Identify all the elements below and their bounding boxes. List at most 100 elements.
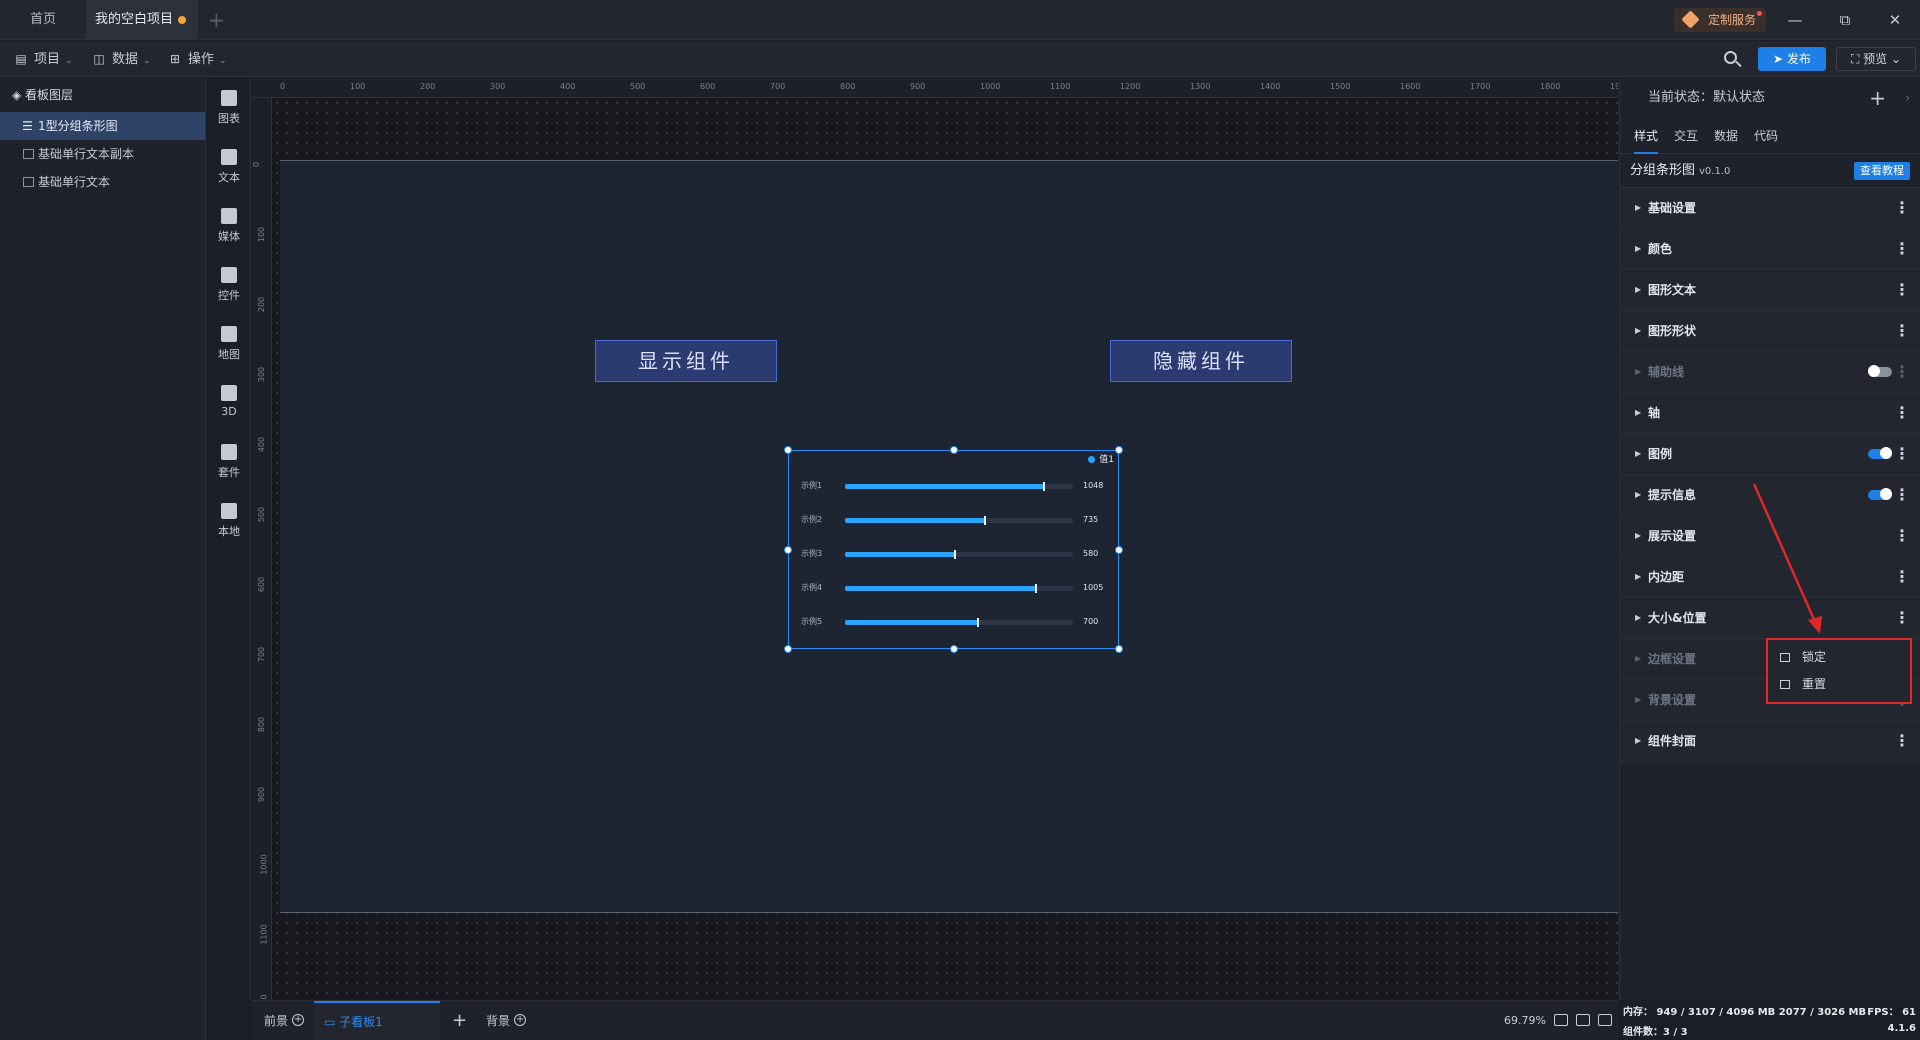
section-row[interactable]: ▶ 辅助线 ⋮ <box>1620 352 1920 393</box>
more-options-icon[interactable]: ⋮ <box>1894 598 1910 638</box>
chevron-down-icon: ⌄ <box>219 56 227 66</box>
tab-data[interactable]: 数据 <box>1714 118 1738 154</box>
restore-icon[interactable]: ⧉ <box>1820 0 1870 40</box>
custom-service-button[interactable]: 定制服务 <box>1674 8 1766 32</box>
terminal-icon[interactable] <box>1598 1014 1612 1026</box>
minimize-icon[interactable]: — <box>1770 0 1820 40</box>
add-board-icon[interactable]: + <box>452 1001 467 1040</box>
resize-handle[interactable] <box>1115 446 1123 454</box>
section-row[interactable]: ▶ 组件封面 ⋮ <box>1620 721 1920 762</box>
resize-handle[interactable] <box>949 446 958 454</box>
section-toggle[interactable] <box>1868 365 1892 377</box>
rail-item-3d[interactable]: 3D <box>207 377 251 433</box>
expand-arrow-icon: ▶ <box>1635 244 1642 253</box>
tab-project[interactable]: 我的空白项目 <box>86 0 198 40</box>
close-icon[interactable]: ✕ <box>1870 0 1920 40</box>
resize-handle[interactable] <box>784 446 792 454</box>
sub-board-tab[interactable]: ▭ 子看板1 <box>314 1001 440 1040</box>
resize-handle[interactable] <box>949 645 958 653</box>
more-options-icon[interactable]: ⋮ <box>1894 557 1910 597</box>
more-options-icon[interactable]: ⋮ <box>1894 229 1910 269</box>
more-options-icon[interactable]: ⋮ <box>1894 188 1910 228</box>
search-icon[interactable] <box>1720 47 1744 71</box>
section-row[interactable]: ▶ 轴 ⋮ <box>1620 393 1920 434</box>
resize-handle[interactable] <box>784 645 792 653</box>
fit-screen-icon[interactable] <box>1554 1014 1568 1026</box>
layer-item[interactable]: 基础单行文本 <box>0 168 205 196</box>
ruler-tick-label: 1000 <box>259 854 269 875</box>
more-options-icon[interactable]: ⋮ <box>1894 434 1910 474</box>
component-title-row: 分组条形图 v0.1.0 查看教程 <box>1620 154 1920 188</box>
expand-arrow-icon: ▶ <box>1635 613 1642 622</box>
add-background-icon[interactable]: + <box>514 1014 527 1026</box>
bar-track <box>845 482 1073 491</box>
menu-data[interactable]: ◫ 数据 ⌄ <box>92 41 150 77</box>
section-toggle[interactable] <box>1868 447 1892 459</box>
keyboard-icon[interactable] <box>1576 1014 1590 1026</box>
section-row[interactable]: ▶ 图例 ⋮ <box>1620 434 1920 475</box>
add-foreground-icon[interactable]: + <box>292 1014 305 1026</box>
rail-item-media[interactable]: 媒体 <box>207 200 251 256</box>
rail-item-control[interactable]: 控件 <box>207 259 251 315</box>
view-tutorial-button[interactable]: 查看教程 <box>1854 162 1910 180</box>
show-component-button[interactable]: 显示组件 <box>595 340 777 382</box>
tab-interaction[interactable]: 交互 <box>1674 118 1698 154</box>
sub-board-label: 子看板1 <box>339 1015 383 1029</box>
layer-item[interactable]: ☰ 1型分组条形图 <box>0 112 205 140</box>
hide-component-button[interactable]: 隐藏组件 <box>1110 340 1292 382</box>
ruler-tick-label: 1200 <box>1120 82 1141 91</box>
more-options-icon[interactable]: ⋮ <box>1894 516 1910 556</box>
more-options-icon[interactable]: ⋮ <box>1894 721 1910 761</box>
more-options-icon[interactable]: ⋮ <box>1894 393 1910 433</box>
background-tab[interactable]: 背景 + <box>486 1001 527 1040</box>
section-toggle[interactable] <box>1868 488 1892 500</box>
grid-icon: ⊞ <box>169 52 181 66</box>
preview-button[interactable]: ⛶ 预览 ⌄ <box>1836 47 1916 71</box>
more-options-icon[interactable]: ⋮ <box>1894 475 1910 515</box>
rail-item-local[interactable]: 本地 <box>207 495 251 551</box>
publish-button[interactable]: ➤ 发布 <box>1758 47 1826 71</box>
rail-item-kit[interactable]: 套件 <box>207 436 251 492</box>
layers-header-label: 看板图层 <box>25 88 74 102</box>
expand-arrow-icon: ▶ <box>1635 654 1642 663</box>
expand-arrow-icon: ▶ <box>1635 572 1642 581</box>
section-row[interactable]: ▶ 图形形状 ⋮ <box>1620 311 1920 352</box>
menu-item-lock[interactable]: 锁定 <box>1768 644 1910 671</box>
ruler-tick-label: 500 <box>257 506 267 523</box>
resize-handle[interactable] <box>784 545 792 554</box>
expand-arrow-icon: ▶ <box>1635 408 1642 417</box>
resize-handle[interactable] <box>1115 545 1123 554</box>
more-options-icon[interactable]: ⋮ <box>1894 352 1910 392</box>
add-tab-icon[interactable]: + <box>208 0 225 40</box>
more-options-icon[interactable]: ⋮ <box>1894 311 1910 351</box>
menu-operation[interactable]: ⊞ 操作 ⌄ <box>168 41 227 77</box>
layer-item[interactable]: 基础单行文本副本 <box>0 140 205 168</box>
layer-item-label: 基础单行文本副本 <box>38 147 135 161</box>
canvas-area[interactable]: 0 100 200 300 400 500 600 700 800 900 1000 1100 1200… <box>252 78 1618 1000</box>
menu-item-reset[interactable]: 重置 <box>1768 671 1910 698</box>
text-layer-icon <box>23 177 34 187</box>
foreground-tab[interactable]: 前景 + <box>264 1001 305 1040</box>
tab-code[interactable]: 代码 <box>1754 118 1778 154</box>
rail-item-text[interactable]: 文本 <box>207 141 251 197</box>
lock-icon <box>1780 653 1790 662</box>
rail-item-chart[interactable]: 图表 <box>207 82 251 138</box>
tab-style[interactable]: 样式 <box>1634 118 1659 154</box>
media-icon <box>221 208 237 224</box>
section-row[interactable]: ▶ 图形文本 ⋮ <box>1620 270 1920 311</box>
current-state-row[interactable]: 当前状态：默认状态 + › <box>1620 78 1920 118</box>
more-options-icon[interactable]: ⋮ <box>1894 270 1910 310</box>
section-row[interactable]: ▶ 颜色 ⋮ <box>1620 229 1920 270</box>
rail-item-map[interactable]: 地图 <box>207 318 251 374</box>
zoom-level[interactable]: 69.79% <box>1504 1001 1546 1040</box>
text-icon <box>221 149 237 165</box>
menu-project[interactable]: ▤ 项目 ⌄ <box>14 41 72 77</box>
resize-handle[interactable] <box>1115 645 1123 653</box>
chevron-right-icon[interactable]: › <box>1905 78 1910 118</box>
grouped-bar-chart[interactable]: 值1 示例1 1048 示例2 735 示例3 580 示例4 1005 示例5 700 <box>784 446 1123 653</box>
bar-category-label: 示例2 <box>801 515 823 524</box>
tab-home[interactable]: 首页 <box>0 0 86 40</box>
bar <box>845 552 955 557</box>
section-row[interactable]: ▶ 基础设置 ⋮ <box>1620 188 1920 229</box>
add-state-icon[interactable]: + <box>1869 78 1886 118</box>
